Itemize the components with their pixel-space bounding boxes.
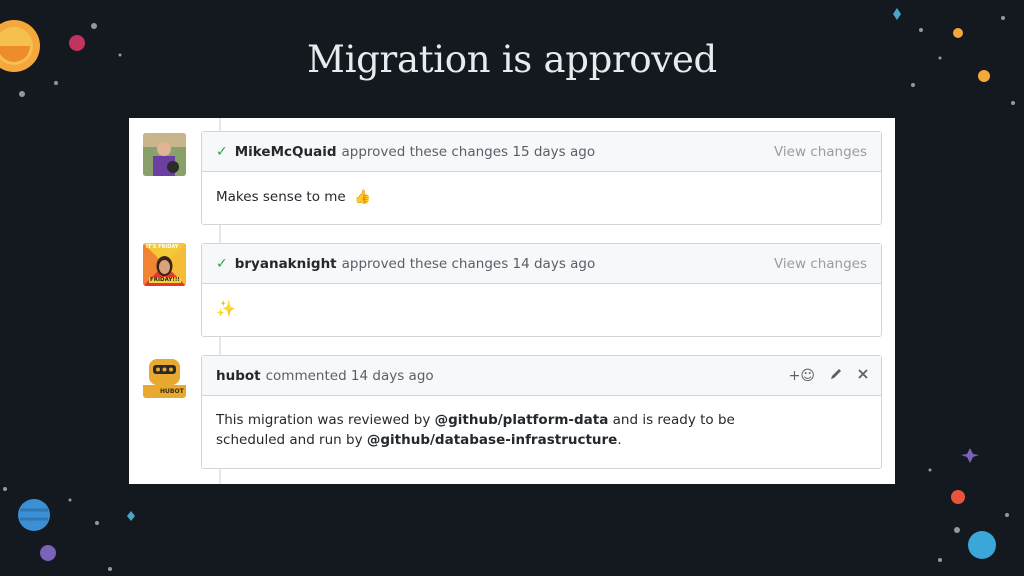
check-icon: ✓ — [216, 255, 228, 272]
comment-card: hubot commented 14 days ago +☺ This migr… — [201, 355, 882, 469]
avatar-caption: FRIDAY!!! — [149, 277, 181, 283]
comment-text: and is ready to be — [608, 412, 735, 428]
sparkles-icon: ✨ — [216, 299, 236, 318]
planet-icon — [968, 531, 996, 559]
comment-text: . — [617, 432, 622, 448]
review-header: ✓ bryanaknight approved these changes 14… — [202, 244, 881, 284]
author-link[interactable]: bryanaknight — [235, 256, 337, 272]
review-status: approved these changes 15 days ago — [341, 143, 596, 160]
team-mention-link[interactable]: @github/database-infrastructure — [367, 432, 617, 448]
pencil-icon[interactable] — [829, 367, 843, 385]
comet-icon — [951, 490, 965, 504]
planet-icon — [18, 499, 50, 531]
review-header: ✓ MikeMcQuaid approved these changes 15 … — [202, 132, 881, 172]
author-link[interactable]: hubot — [216, 368, 261, 384]
review-card: ✓ MikeMcQuaid approved these changes 15 … — [201, 131, 882, 225]
review-body: Makes sense to me 👍 — [202, 172, 881, 205]
check-icon: ✓ — [216, 143, 228, 160]
close-icon[interactable] — [857, 368, 869, 384]
avatar-caption: IT'S FRIDAY — [146, 244, 179, 250]
view-changes-link[interactable]: View changes — [774, 144, 867, 160]
comment-line: scheduled and run by @github/database-in… — [216, 430, 867, 450]
avatar[interactable]: HUBOT — [143, 355, 186, 398]
thumbs-up-icon: 👍 — [354, 189, 371, 205]
comment-line: This migration was reviewed by @github/p… — [216, 410, 867, 430]
comment-text: This migration was reviewed by — [216, 412, 435, 428]
smiley-icon[interactable]: +☺ — [789, 368, 815, 384]
review-body: ✨ — [202, 284, 881, 318]
review-status: approved these changes 14 days ago — [341, 255, 596, 272]
avatar-caption: HUBOT — [160, 388, 184, 395]
team-mention-link[interactable]: @github/platform-data — [435, 412, 609, 428]
author-link[interactable]: MikeMcQuaid — [235, 144, 337, 160]
comment-actions: +☺ — [789, 367, 869, 385]
comment-header: hubot commented 14 days ago +☺ — [202, 356, 881, 396]
comment-text: scheduled and run by — [216, 432, 367, 448]
avatar[interactable] — [143, 133, 186, 176]
slide-title: Migration is approved — [307, 38, 717, 81]
sparkle-icon — [893, 8, 901, 20]
review-card: ✓ bryanaknight approved these changes 14… — [201, 243, 882, 337]
avatar-image — [143, 133, 186, 176]
review-comment-text: Makes sense to me — [216, 189, 346, 205]
avatar[interactable]: IT'S FRIDAY FRIDAY!!! — [143, 243, 186, 286]
view-changes-link[interactable]: View changes — [774, 256, 867, 272]
star-icon — [961, 448, 979, 463]
planet-icon — [40, 545, 56, 561]
sparkle-icon — [127, 511, 135, 521]
comment-body: This migration was reviewed by @github/p… — [202, 396, 881, 450]
comment-timestamp[interactable]: commented 14 days ago — [266, 368, 434, 384]
pull-request-timeline: ✓ MikeMcQuaid approved these changes 15 … — [129, 118, 895, 484]
